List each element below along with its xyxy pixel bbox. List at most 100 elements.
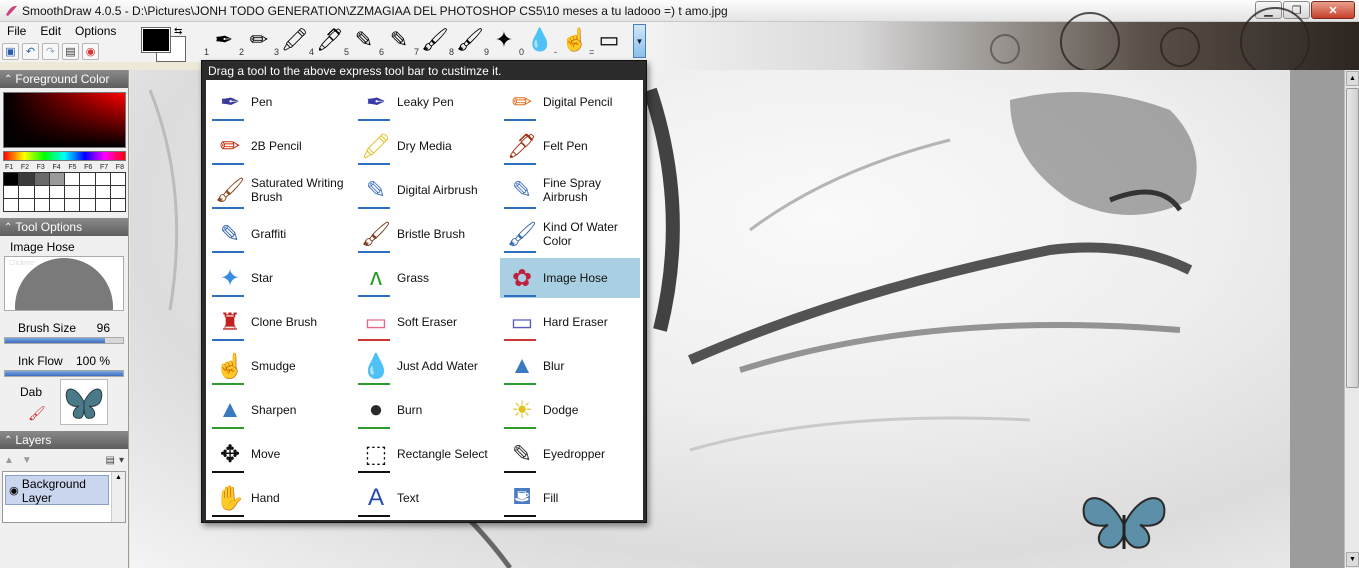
palette-swatch[interactable] (34, 173, 49, 185)
tool-text[interactable]: A Text (354, 478, 494, 518)
tool-digital-airbrush[interactable]: ✎ Digital Airbrush (354, 170, 494, 210)
tool-soft-eraser[interactable]: ▭ Soft Eraser (354, 302, 494, 342)
express-tool-2[interactable]: ✏ 2 (238, 23, 273, 59)
palette-swatch[interactable] (65, 199, 80, 211)
palette-swatch[interactable] (80, 199, 95, 211)
scroll-down-icon[interactable]: ▼ (1346, 552, 1359, 567)
palette-swatch[interactable] (4, 186, 19, 198)
collapse-icon[interactable]: ⌃ (4, 435, 12, 446)
palette-swatch[interactable] (19, 173, 34, 185)
palette-swatch[interactable] (19, 199, 34, 211)
tool-leaky-pen[interactable]: ✒ Leaky Pen (354, 82, 494, 122)
brush-preview[interactable]: Clickme (4, 256, 124, 311)
palette-swatch[interactable] (65, 186, 80, 198)
express-tool-11[interactable]: ☝ - (553, 23, 588, 59)
layer-down-icon[interactable]: ▼ (22, 455, 32, 466)
palette-swatch[interactable] (19, 186, 34, 198)
save-icon[interactable]: ▣ (2, 43, 19, 60)
collapse-icon[interactable]: ⌃ (4, 74, 12, 85)
vertical-scrollbar[interactable]: ▲ ▼ (1344, 70, 1359, 568)
tool-dodge[interactable]: ☀ Dodge (500, 390, 640, 430)
tool-felt-pen[interactable]: 🖊 Felt Pen (500, 126, 640, 166)
palette-swatch[interactable] (80, 173, 95, 185)
ink-flow-slider[interactable] (4, 370, 124, 377)
express-tool-12[interactable]: ▭ = (588, 23, 623, 59)
foreground-color-header[interactable]: ⌃ Foreground Color (0, 70, 128, 88)
express-tool-3[interactable]: 🖍 3 (273, 23, 309, 59)
page-icon[interactable]: ▤ (62, 43, 79, 60)
tool-bristle-brush[interactable]: 🖌 Bristle Brush (354, 214, 494, 254)
express-tool-4[interactable]: 🖊 4 (308, 23, 344, 59)
foreground-color-swatch[interactable] (141, 27, 171, 53)
tool-eyedropper[interactable]: ✎ Eyedropper (500, 434, 640, 474)
express-tool-9[interactable]: ✦ 9 (483, 23, 518, 59)
tool-image-hose[interactable]: ✿ Image Hose (500, 258, 640, 298)
record-icon[interactable]: ◉ (82, 43, 99, 60)
palette-swatch[interactable] (95, 173, 110, 185)
palette-swatch[interactable] (110, 199, 125, 211)
layers-header[interactable]: ⌃ Layers (0, 431, 128, 449)
collapse-icon[interactable]: ⌃ (4, 222, 12, 233)
palette-swatch[interactable] (65, 173, 80, 185)
palette-swatch[interactable] (34, 186, 49, 198)
hue-slider[interactable] (3, 151, 126, 161)
layer-up-icon[interactable]: ▲ (4, 455, 14, 466)
express-tool-5[interactable]: ✎ 5 (343, 23, 378, 59)
close-icon[interactable]: ✕ (1311, 1, 1355, 19)
tool-just-add-water[interactable]: 💧 Just Add Water (354, 346, 494, 386)
express-tool-8[interactable]: 🖌 8 (448, 23, 484, 59)
tool-hard-eraser[interactable]: ▭ Hard Eraser (500, 302, 640, 342)
palette-swatch[interactable] (49, 199, 64, 211)
tool-fine-spray-airbrush[interactable]: ✎ Fine Spray Airbrush (500, 170, 640, 210)
redo-icon[interactable]: ↷ (42, 43, 59, 60)
scrollbar-thumb[interactable] (1346, 88, 1359, 388)
palette-swatch[interactable] (34, 199, 49, 211)
tool-graffiti[interactable]: ✎ Graffiti (208, 214, 348, 254)
palette-swatch[interactable] (110, 186, 125, 198)
tool-saturated-writing-brush[interactable]: 🖌 Saturated Writing Brush (208, 170, 348, 210)
scroll-up-icon[interactable]: ▲ (1346, 71, 1359, 86)
undo-icon[interactable]: ↶ (22, 43, 39, 60)
palette-swatch[interactable] (95, 199, 110, 211)
menu-file[interactable]: File (0, 22, 33, 42)
layer-menu-icon[interactable]: ▾ (119, 455, 124, 466)
tool-dry-media[interactable]: 🖍 Dry Media (354, 126, 494, 166)
palette-swatch[interactable] (95, 186, 110, 198)
color-picker[interactable] (3, 92, 126, 148)
brush-icon[interactable]: 🖌 (28, 405, 46, 422)
eye-icon[interactable]: ◉ (6, 484, 22, 497)
brush-size-slider[interactable] (4, 337, 124, 344)
menu-edit[interactable]: Edit (33, 22, 68, 42)
palette-swatch[interactable] (80, 186, 95, 198)
tool-options-header[interactable]: ⌃ Tool Options (0, 218, 128, 236)
tool-burn[interactable]: ● Burn (354, 390, 494, 430)
palette-swatch[interactable] (49, 186, 64, 198)
swap-colors-icon[interactable]: ⇆ (174, 26, 182, 37)
palette-swatch[interactable] (49, 173, 64, 185)
tool-pen[interactable]: ✒ Pen (208, 82, 348, 122)
tool-kind-of-water-color[interactable]: 🖌 Kind Of Water Color (500, 214, 640, 254)
menu-options[interactable]: Options (68, 22, 123, 42)
tool-rectangle-select[interactable]: ⬚ Rectangle Select (354, 434, 494, 474)
palette-swatch[interactable] (4, 199, 19, 211)
layer-scrollbar[interactable]: ▲ (111, 472, 125, 522)
chevron-down-icon[interactable]: ▼ (633, 24, 646, 58)
layer-item[interactable]: ◉ Background Layer (5, 475, 109, 505)
express-tool-10[interactable]: 💧 0 (518, 23, 553, 59)
tool-smudge[interactable]: ☝ Smudge (208, 346, 348, 386)
tool-sharpen[interactable]: ▲ Sharpen (208, 390, 348, 430)
tool-2b-pencil[interactable]: ✏ 2B Pencil (208, 126, 348, 166)
tool-blur[interactable]: ▲ Blur (500, 346, 640, 386)
express-tool-6[interactable]: ✎ 6 (378, 23, 413, 59)
palette-swatch[interactable] (110, 173, 125, 185)
tool-fill[interactable]: ⛾ Fill (500, 478, 640, 518)
tool-move[interactable]: ✥ Move (208, 434, 348, 474)
express-tool-1[interactable]: ✒ 1 (203, 23, 238, 59)
tool-digital-pencil[interactable]: ✏ Digital Pencil (500, 82, 640, 122)
tool-star[interactable]: ✦ Star (208, 258, 348, 298)
palette-swatch[interactable] (4, 173, 19, 185)
tool-grass[interactable]: ᴧ Grass (354, 258, 494, 298)
layer-folder-icon[interactable]: ▤ (106, 455, 115, 466)
dab-thumbnail[interactable] (60, 379, 108, 425)
express-tool-7[interactable]: 🖌 7 (413, 23, 449, 59)
